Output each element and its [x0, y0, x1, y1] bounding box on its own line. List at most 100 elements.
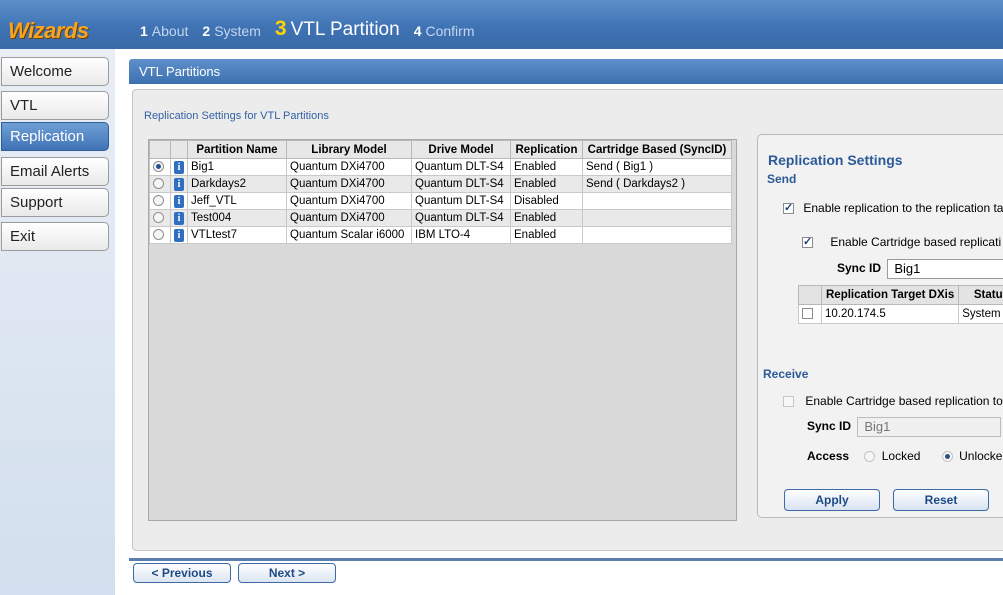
send-sync-id-input[interactable]: Big1 [887, 259, 1003, 279]
library-model: Quantum DXi4700 [286, 158, 412, 176]
cartridge-sync [582, 226, 732, 244]
send-cartridge-checkbox[interactable] [802, 235, 813, 249]
receive-sync-id-input[interactable]: Big1 [857, 417, 1002, 437]
sidebar-item-email-alerts[interactable]: Email Alerts [1, 157, 109, 186]
main-content: VTL Partitions Replication Settings for … [115, 49, 1003, 595]
replication-panel: Replication Settings for VTL Partitions … [132, 89, 1003, 551]
footer-divider [129, 558, 1003, 561]
receive-heading: Receive [763, 367, 809, 381]
locked-radio[interactable] [864, 451, 876, 463]
table-header-row: Partition Name Library Model Drive Model… [149, 140, 732, 159]
step-system[interactable]: 2 System [202, 23, 260, 39]
send-sync-id-label: Sync ID [837, 261, 882, 276]
info-column-header [170, 140, 188, 159]
replication-status: Enabled [510, 175, 583, 193]
replication-settings-box: Replication Settings Send Enable replica… [757, 134, 1003, 518]
column-header: Statu [958, 285, 1003, 305]
info-icon[interactable]: i [174, 211, 184, 225]
wizards-logo: Wizards [8, 18, 89, 43]
replication-status: Enabled [510, 158, 583, 176]
cartridge-sync: Send ( Darkdays2 ) [582, 175, 732, 193]
partition-name: Jeff_VTL [187, 192, 287, 210]
info-icon[interactable]: i [174, 160, 184, 174]
sidebar-item-welcome[interactable]: Welcome [1, 57, 109, 86]
settings-title: Replication Settings [768, 152, 903, 168]
row-info[interactable]: i [170, 192, 188, 210]
row-select[interactable] [149, 226, 171, 244]
partition-name: Big1 [187, 158, 287, 176]
row-info[interactable]: i [170, 175, 188, 193]
row-info[interactable]: i [170, 209, 188, 227]
step-vtl-partition[interactable]: 3 VTL Partition [275, 18, 400, 39]
library-model: Quantum DXi4700 [286, 209, 412, 227]
table-row[interactable]: i Test004 Quantum DXi4700 Quantum DLT-S4… [149, 209, 732, 227]
target-select[interactable] [798, 304, 822, 324]
row-info[interactable]: i [170, 226, 188, 244]
library-model: Quantum Scalar i6000 [286, 226, 412, 244]
sidebar-item-replication[interactable]: Replication [1, 122, 109, 151]
access-label: Access [807, 449, 850, 463]
radio-button[interactable] [153, 195, 164, 207]
sidebar-item-exit[interactable]: Exit [1, 222, 109, 251]
info-icon[interactable]: i [174, 177, 184, 191]
sidebar-item-support[interactable]: Support [1, 188, 109, 217]
unlocked-label: Unlocked [959, 449, 1003, 463]
locked-label: Locked [881, 449, 921, 463]
column-header[interactable]: Library Model [286, 140, 412, 159]
partition-name: Darkdays2 [187, 175, 287, 193]
send-cartridge-row[interactable]: Enable Cartridge based replicati [802, 235, 1001, 249]
row-select[interactable] [149, 209, 171, 227]
receive-sync-id-row: Sync ID Big1 ? [807, 417, 1003, 437]
table-row[interactable]: i Big1 Quantum DXi4700 Quantum DLT-S4 En… [149, 158, 732, 176]
table-row[interactable]: 10.20.174.5 System P [798, 304, 1003, 324]
send-cartridge-label: Enable Cartridge based replicati [830, 235, 1002, 249]
table-row[interactable]: i Darkdays2 Quantum DXi4700 Quantum DLT-… [149, 175, 732, 193]
column-header[interactable]: Drive Model [411, 140, 511, 159]
partition-name: VTLtest7 [187, 226, 287, 244]
column-header[interactable]: Cartridge Based (SyncID) [582, 140, 732, 159]
radio-button-selected[interactable] [153, 161, 164, 173]
receive-sync-id-label: Sync ID [807, 419, 852, 434]
step-about[interactable]: 1 About [140, 23, 188, 39]
select-column-header [149, 140, 171, 159]
info-icon[interactable]: i [174, 228, 184, 242]
enable-replication-checkbox[interactable] [783, 201, 794, 215]
row-select[interactable] [149, 192, 171, 210]
reset-button[interactable]: Reset [893, 489, 989, 511]
sidebar-item-vtl[interactable]: VTL [1, 91, 109, 120]
radio-button[interactable] [153, 178, 164, 190]
partition-table: Partition Name Library Model Drive Model… [149, 140, 732, 244]
column-header[interactable]: Partition Name [187, 140, 287, 159]
cartridge-sync: Send ( Big1 ) [582, 158, 732, 176]
previous-button[interactable]: < Previous [133, 563, 231, 583]
drive-model: IBM LTO-4 [411, 226, 511, 244]
enable-replication-label: Enable replication to the replication ta… [803, 201, 1003, 215]
target-select-header [798, 285, 822, 305]
next-button[interactable]: Next > [238, 563, 336, 583]
apply-button[interactable]: Apply [784, 489, 880, 511]
send-sync-id-row: Sync ID Big1 [837, 259, 1003, 279]
drive-model: Quantum DLT-S4 [411, 192, 511, 210]
radio-button[interactable] [153, 212, 164, 224]
receive-cartridge-row[interactable]: Enable Cartridge based replication to [783, 394, 1003, 408]
row-select[interactable] [149, 175, 171, 193]
cartridge-sync [582, 192, 732, 210]
row-info[interactable]: i [170, 158, 188, 176]
step-confirm[interactable]: 4 Confirm [414, 23, 475, 39]
replication-status: Disabled [510, 192, 583, 210]
column-header[interactable]: Replication [510, 140, 583, 159]
enable-replication-row[interactable]: Enable replication to the replication ta… [783, 201, 1003, 215]
library-model: Quantum DXi4700 [286, 192, 412, 210]
library-model: Quantum DXi4700 [286, 175, 412, 193]
wizard-steps: 1 About 2 System 3 VTL Partition 4 Confirm [140, 0, 489, 49]
drive-model: Quantum DLT-S4 [411, 175, 511, 193]
table-row[interactable]: i VTLtest7 Quantum Scalar i6000 IBM LTO-… [149, 226, 732, 244]
unlocked-radio[interactable] [941, 451, 953, 463]
table-row[interactable]: i Jeff_VTL Quantum DXi4700 Quantum DLT-S… [149, 192, 732, 210]
radio-button[interactable] [153, 229, 164, 241]
info-icon[interactable]: i [174, 194, 184, 208]
receive-cartridge-checkbox[interactable] [783, 396, 794, 408]
wizard-header: Wizards 1 About 2 System 3 VTL Partition 4C… [0, 0, 1003, 49]
row-select[interactable] [149, 158, 171, 176]
target-checkbox[interactable] [802, 308, 813, 320]
